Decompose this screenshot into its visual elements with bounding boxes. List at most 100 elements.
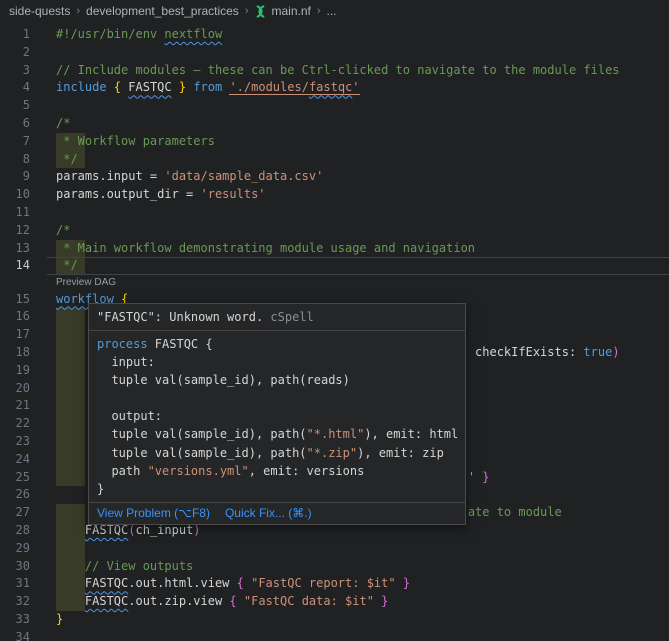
breadcrumb-item-main-nf[interactable]: main.nf — [254, 4, 310, 18]
line-number: 11 — [0, 204, 30, 222]
hover-code-line: } — [97, 480, 457, 498]
code-line-content: * Workflow parameters — [56, 134, 215, 148]
codelens-preview-dag[interactable]: Preview DAG — [0, 275, 669, 291]
code-token: ) — [612, 345, 619, 359]
code-line-34[interactable]: 34 — [0, 629, 669, 641]
spellcheck-flagged-token: FASTQC — [85, 594, 128, 608]
spellcheck-flagged-token: fastqc — [309, 80, 352, 95]
code-line-5[interactable]: 5 — [0, 97, 669, 115]
line-number: 5 — [0, 97, 30, 115]
code-token: .out.zip.view — [128, 594, 229, 608]
line-number: 18 — [0, 344, 30, 362]
line-number: 15 — [0, 291, 30, 309]
breadcrumb-separator: › — [245, 5, 249, 17]
breadcrumb-item-development-best-practices[interactable]: development_best_practices — [86, 4, 239, 18]
scope-highlight-decoration — [56, 380, 85, 398]
code-token — [56, 576, 85, 590]
code-line-2[interactable]: 2 — [0, 44, 669, 62]
code-token — [56, 523, 85, 537]
line-number: 26 — [0, 486, 30, 504]
code-line-1[interactable]: 1#!/usr/bin/env nextflow — [0, 26, 669, 44]
spellcheck-flagged-token: FASTQC — [128, 80, 171, 94]
code-line-11[interactable]: 11 — [0, 204, 669, 222]
line-number: 28 — [0, 522, 30, 540]
code-token: , emit: versions — [249, 464, 365, 478]
line-number: 32 — [0, 593, 30, 611]
code-token: include — [56, 80, 114, 94]
line-number: 8 — [0, 151, 30, 169]
scope-highlight-decoration — [56, 415, 85, 433]
line-number: 7 — [0, 133, 30, 151]
code-line-12[interactable]: 12/* — [0, 222, 669, 240]
diagnostic-source: cSpell — [263, 310, 314, 324]
hover-code-line: output: — [97, 407, 457, 425]
code-line-31[interactable]: 31 FASTQC.out.html.view { "FastQC report… — [0, 575, 669, 593]
code-token: 'data/sample_data.csv' — [164, 169, 323, 183]
code-token: true — [583, 345, 612, 359]
code-line-content: /* — [56, 116, 70, 130]
diagnostic-message-row: "FASTQC": Unknown word. cSpell — [89, 304, 465, 330]
code-line-30[interactable]: 30 // View outputs — [0, 558, 669, 576]
code-token: tuple val(sample_id), path( — [97, 427, 307, 441]
code-token: path — [97, 464, 148, 478]
line-number: 6 — [0, 115, 30, 133]
line-number: 14 — [0, 257, 30, 275]
code-line-3[interactable]: 3// Include modules – these can be Ctrl-… — [0, 62, 669, 80]
code-line-13[interactable]: 13 * Main workflow demonstrating module … — [0, 240, 669, 258]
code-line-content: } — [56, 612, 63, 626]
code-line-9[interactable]: 9params.input = 'data/sample_data.csv' — [0, 168, 669, 186]
line-number: 10 — [0, 186, 30, 204]
scope-highlight-decoration — [56, 451, 85, 469]
code-line-content: */ — [56, 258, 78, 272]
code-line-content: FASTQC.out.zip.view { "FastQC data: $it"… — [56, 594, 388, 608]
spellcheck-flagged-token: nextflow — [164, 27, 222, 41]
code-token: { — [114, 80, 121, 94]
code-line-6[interactable]: 6 /* — [0, 115, 669, 133]
line-number: 12 — [0, 222, 30, 240]
view-problem-link[interactable]: View Problem (⌥F8) — [97, 506, 210, 521]
code-line-32[interactable]: 32 FASTQC.out.zip.view { "FastQC data: $… — [0, 593, 669, 611]
current-line-highlight — [47, 257, 669, 275]
line-number: 27 — [0, 504, 30, 522]
code-line-8[interactable]: 8 */ — [0, 151, 669, 169]
code-token: checkIfExists: — [475, 345, 583, 359]
code-token: */ — [56, 152, 78, 166]
code-line-14[interactable]: 14 */ — [0, 257, 669, 275]
code-token: output: — [97, 409, 162, 423]
code-token: ), emit: zip — [357, 446, 444, 460]
code-token: tuple val(sample_id), path( — [97, 446, 307, 460]
scope-highlight-decoration — [56, 397, 85, 415]
code-token: FASTQC { — [148, 337, 213, 351]
hover-code-line: process FASTQC { — [97, 335, 457, 353]
code-token: ate to module — [468, 505, 562, 519]
code-line-7[interactable]: 7 * Workflow parameters — [0, 133, 669, 151]
hover-code-line: tuple val(sample_id), path(reads) — [97, 371, 457, 389]
code-token: ' — [352, 80, 359, 95]
code-token: */ — [56, 258, 78, 272]
line-number: 25 — [0, 469, 30, 487]
line-number: 19 — [0, 362, 30, 380]
code-line-content: */ — [56, 152, 78, 166]
quick-fix-link[interactable]: Quick Fix... (⌘.) — [225, 506, 312, 521]
code-token: #!/usr/bin/env — [56, 27, 164, 41]
code-line-10[interactable]: 10params.output_dir = 'results' — [0, 186, 669, 204]
code-token: } — [403, 576, 410, 590]
code-token: // View outputs — [56, 559, 193, 573]
line-number: 21 — [0, 397, 30, 415]
code-token — [237, 594, 244, 608]
code-token — [396, 576, 403, 590]
code-token: } — [56, 612, 63, 626]
code-line-29[interactable]: 29 — [0, 540, 669, 558]
code-token: .out.html.view — [128, 576, 236, 590]
code-line-content: FASTQC.out.html.view { "FastQC report: $… — [56, 576, 410, 590]
diagnostic-hover-widget: "FASTQC": Unknown word. cSpell process F… — [88, 303, 466, 525]
code-line-4[interactable]: 4include { FASTQC } from './modules/fast… — [0, 79, 669, 97]
breadcrumb-item-side-quests[interactable]: side-quests — [9, 4, 70, 18]
code-line-33[interactable]: 33} — [0, 611, 669, 629]
code-token: ), emit: html — [364, 427, 458, 441]
breadcrumb-item-symbol-ellipsis[interactable]: ... — [327, 4, 337, 18]
code-token: "FastQC report: $it" — [251, 576, 396, 590]
line-number: 29 — [0, 540, 30, 558]
code-token: } — [381, 594, 388, 608]
line-number: 16 — [0, 308, 30, 326]
